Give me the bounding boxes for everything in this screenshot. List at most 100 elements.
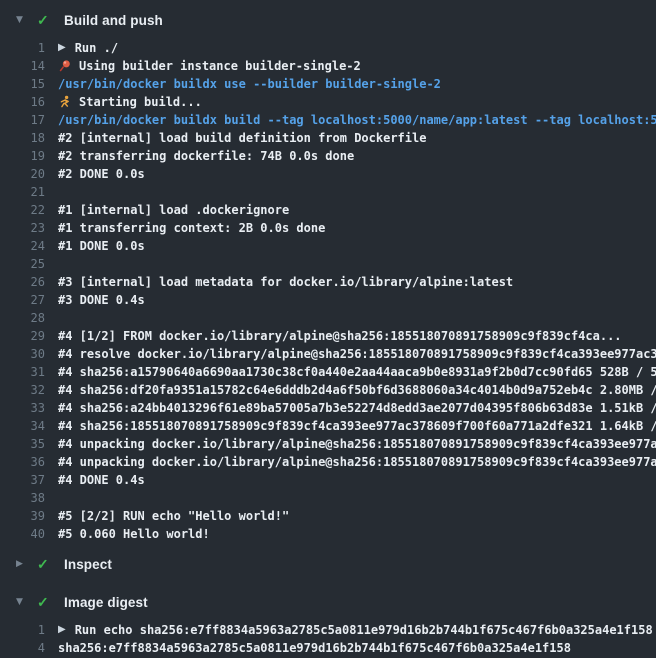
log-text: #3 [internal] load metadata for docker.i… (58, 273, 513, 291)
log-line: 33 #4 sha256:a24bb4013296f61e89ba57005a7b… (0, 399, 656, 417)
log-line: 23 #1 transferring context: 2B 0.0s done (0, 219, 656, 237)
line-number[interactable]: 37 (0, 471, 45, 489)
line-number[interactable]: 36 (0, 453, 45, 471)
log-text: /usr/bin/docker buildx build --tag local… (58, 111, 656, 129)
log-line: 25 (0, 255, 656, 273)
line-number[interactable]: 15 (0, 75, 45, 93)
log-line: 17/usr/bin/docker buildx build --tag loc… (0, 111, 656, 129)
log-line: 30#4 resolve docker.io/library/alpine@sh… (0, 345, 656, 363)
log-line: 26 #3 [internal] load metadata for docker… (0, 273, 656, 291)
log-line: 4 sha256:e7ff8834a5963a2785c5a0811e979d16… (0, 639, 656, 657)
line-number[interactable]: 39 (0, 507, 45, 525)
log-line: 1 ▶ Run echo sha256:e7ff8834a5963a2785c5a0… (0, 621, 656, 639)
log-text: #4 unpacking docker.io/library/alpine@sh… (58, 453, 656, 471)
line-number[interactable]: 1 (0, 621, 45, 639)
step-inspect: ▶ ✓ Inspect (0, 552, 656, 576)
log-text: #5 0.060 Hello world! (58, 525, 210, 543)
log-text: #1 [internal] load .dockerignore (58, 201, 289, 219)
log-text: #2 DONE 0.0s (58, 165, 145, 183)
line-number[interactable]: 30 (0, 345, 45, 363)
line-number[interactable]: 4 (0, 639, 45, 657)
line-number[interactable]: 33 (0, 399, 45, 417)
pushpin-icon (58, 59, 72, 73)
line-number[interactable]: 21 (0, 183, 45, 201)
log-line: 27 #3 DONE 0.4s (0, 291, 656, 309)
step-title: Inspect (64, 557, 112, 572)
line-number[interactable]: 26 (0, 273, 45, 291)
step-header-build-and-push[interactable]: ▼ ✓ Build and push (0, 8, 656, 32)
log-text: Run echo sha256:e7ff8834a5963a2785c5a081… (75, 621, 653, 639)
log-text: sha256:e7ff8834a5963a2785c5a0811e979d16b… (58, 639, 571, 657)
actions-log-page: ▼ ✓ Build and push 1▶Run ./14Using build… (0, 0, 656, 658)
log-text: Starting build... (79, 93, 202, 111)
chevron-down-icon[interactable]: ▼ (16, 597, 29, 607)
log-line: 37#4 DONE 0.4s (0, 471, 656, 489)
step-image-digest: ▼ ✓ Image digest 1 ▶ Run echo sha256:e7ff8… (0, 590, 656, 657)
log-text: #4 sha256:df20fa9351a15782c64e6dddb2d4a6… (58, 381, 656, 399)
log-line: 34 #4 sha256:185518070891758909c9f839cf4c… (0, 417, 656, 435)
line-number[interactable]: 19 (0, 147, 45, 165)
log-line: 32 #4 sha256:df20fa9351a15782c64e6dddb2d4… (0, 381, 656, 399)
line-number[interactable]: 1 (0, 39, 45, 57)
log-line: 15/usr/bin/docker buildx use --builder b… (0, 75, 656, 93)
log-line: 40 #5 0.060 Hello world! (0, 525, 656, 543)
line-number[interactable]: 38 (0, 489, 45, 507)
log-line: 39 #5 [2/2] RUN echo "Hello world!" (0, 507, 656, 525)
log-line: 14 Using builder instance builder-single-… (0, 57, 656, 75)
log-line: 29 #4 [1/2] FROM docker.io/library/alpine… (0, 327, 656, 345)
line-number[interactable]: 28 (0, 309, 45, 327)
line-number[interactable]: 16 (0, 93, 45, 111)
log-text: Using builder instance builder-single-2 (79, 57, 361, 75)
log-line: 21 (0, 183, 656, 201)
log-line: 20 #2 DONE 0.0s (0, 165, 656, 183)
log-text: #4 sha256:185518070891758909c9f839cf4ca3… (58, 417, 656, 435)
line-number[interactable]: 14 (0, 57, 45, 75)
log-line: 1 ▶ Run ./ (0, 39, 656, 57)
step-header-image-digest[interactable]: ▼ ✓ Image digest (0, 590, 656, 614)
expander-icon[interactable]: ▶ (58, 621, 66, 639)
line-number[interactable]: 35 (0, 435, 45, 453)
line-number[interactable]: 29 (0, 327, 45, 345)
log-text: #1 DONE 0.0s (58, 237, 145, 255)
line-number[interactable]: 20 (0, 165, 45, 183)
log-line: 24 #1 DONE 0.0s (0, 237, 656, 255)
log-text: #4 sha256:a24bb4013296f61e89ba57005a7b3e… (58, 399, 656, 417)
check-icon: ✓ (37, 12, 51, 29)
log-line: 31 #4 sha256:a15790640a6690aa1730c38cf0a4… (0, 363, 656, 381)
line-number[interactable]: 34 (0, 417, 45, 435)
chevron-right-icon[interactable]: ▶ (16, 559, 29, 569)
line-number[interactable]: 25 (0, 255, 45, 273)
log-line: 36 #4 unpacking docker.io/library/alpine@… (0, 453, 656, 471)
log-text: #3 DONE 0.4s (58, 291, 145, 309)
check-icon: ✓ (37, 594, 51, 611)
log-line: 35 #4 unpacking docker.io/library/alpine@… (0, 435, 656, 453)
log-text: #4 unpacking docker.io/library/alpine@sh… (58, 435, 656, 453)
step-title: Image digest (64, 595, 148, 610)
log-text: Run ./ (75, 39, 118, 57)
log-line: 38 (0, 489, 656, 507)
log-line: 22 #1 [internal] load .dockerignore (0, 201, 656, 219)
chevron-down-icon[interactable]: ▼ (16, 15, 29, 25)
log-line: 18#2 [internal] load build definition fr… (0, 129, 656, 147)
expander-icon[interactable]: ▶ (58, 39, 66, 57)
log-line: 16 Starting build... (0, 93, 656, 111)
step-build-and-push: ▼ ✓ Build and push 1 ▶ Run ./ 14 Using build… (0, 8, 656, 543)
line-number[interactable]: 40 (0, 525, 45, 543)
log-text: #4 sha256:a15790640a6690aa1730c38cf0a440… (58, 363, 656, 381)
line-number[interactable]: 23 (0, 219, 45, 237)
log-text: #1 transferring context: 2B 0.0s done (58, 219, 325, 237)
line-number[interactable]: 27 (0, 291, 45, 309)
log-text: #2 transferring dockerfile: 74B 0.0s don… (58, 147, 354, 165)
line-number[interactable]: 31 (0, 363, 45, 381)
log-lines-build-and-push: 1 ▶ Run ./ 14 Using builder instance builder… (0, 39, 656, 543)
log-text: #5 [2/2] RUN echo "Hello world!" (58, 507, 289, 525)
check-icon: ✓ (37, 556, 51, 573)
log-text: #4 [1/2] FROM docker.io/library/alpine@s… (58, 327, 622, 345)
line-number[interactable]: 24 (0, 237, 45, 255)
line-number[interactable]: 18 (0, 129, 45, 147)
step-header-inspect[interactable]: ▶ ✓ Inspect (0, 552, 656, 576)
line-number[interactable]: 22 (0, 201, 45, 219)
line-number[interactable]: 32 (0, 381, 45, 399)
line-number[interactable]: 17 (0, 111, 45, 129)
log-line: 28 (0, 309, 656, 327)
